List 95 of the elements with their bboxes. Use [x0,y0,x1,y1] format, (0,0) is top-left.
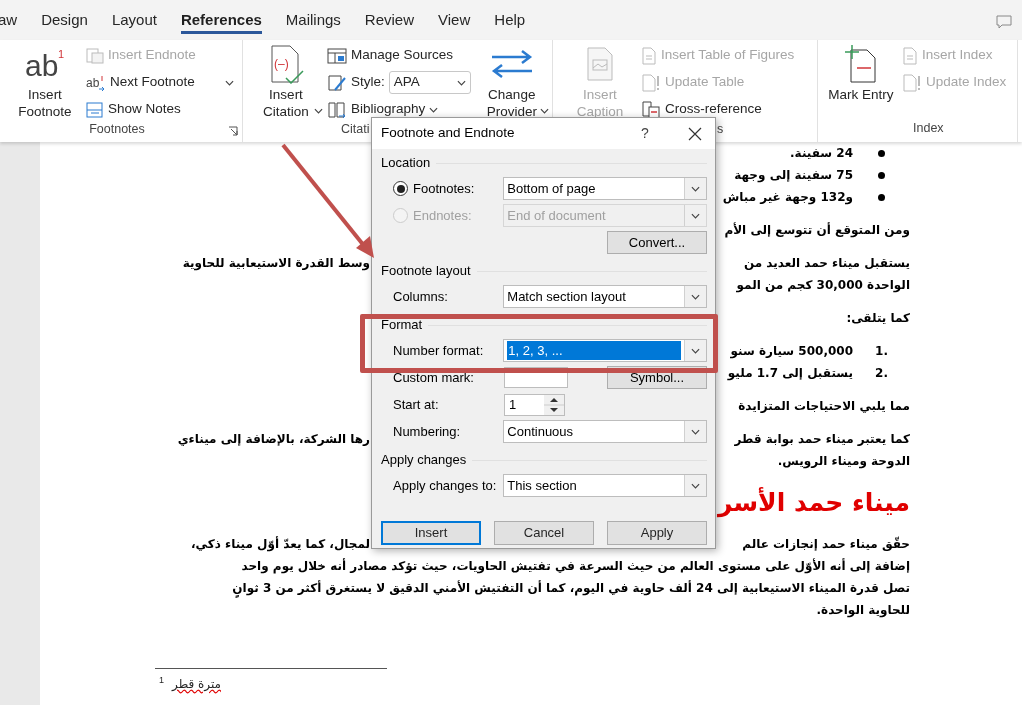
caption-icon [585,44,615,84]
chevron-icon [691,293,700,300]
dialog-button[interactable]: Insert [381,521,481,545]
dropdown[interactable]: Bottom of page [503,177,707,200]
dropdown[interactable]: This section [503,474,707,497]
update-icon [902,73,922,92]
heading: ميناء حمد الأسر [718,486,910,520]
text-line: الواحدة 30,000 كجم من المو [736,277,910,294]
chevron-icon [691,482,700,489]
field-label: Columns: [393,287,448,306]
group-label: Citati [341,122,370,136]
document-icon [641,46,657,65]
field-label: Number format: [393,341,484,360]
section-heading: Apply changes [381,451,467,470]
text-line: وسط القدرة الاستيعابية للحاوية [182,255,370,272]
field-label: Footnotes: [413,179,475,198]
ribbon-tab[interactable]: Help [494,10,526,34]
field-label: Apply changes to: [393,476,497,495]
launcher-icon[interactable] [228,126,238,136]
text-line: كما يعتبر ميناء حمد بوابة قطر [734,431,910,448]
notes-icon [86,101,104,118]
list-item-text: يستقبل إلى 1.7 مليو [727,365,853,382]
ribbon-tab[interactable]: View [438,10,471,34]
ribbon-button[interactable]: Bibliography [327,98,471,121]
field-label: Custom mark: [393,368,474,387]
dialog-button[interactable]: Cancel [494,521,594,545]
list-item-text: و132 وجهة غير مباش [722,189,853,206]
dialog-button[interactable]: Apply [607,521,707,545]
list-number: 1. [875,343,888,360]
chevron-icon [691,347,700,354]
caret-icon [224,79,234,86]
text-line: رها الشركة، بالإضافة إلى ميناءي [177,431,370,448]
style-icon [327,73,347,92]
caret-icon [539,108,549,114]
ribbon-tab[interactable]: Design [41,10,88,34]
ribbon-tab[interactable]: Mailings [285,10,341,34]
convert-button[interactable]: Convert... [607,231,707,254]
text-line: حقّق ميناء حمد إنجازات عالم [742,535,910,553]
dropdown[interactable]: Continuous [503,420,707,443]
endnote-icon [86,47,104,64]
style-dropdown[interactable]: APA [388,71,471,94]
text-line: إضافة إلى أنه الأوّل على مستوى العالم من حيث السرعة في تفتيش الحاويات، حيث تؤكد مصادر أنه خلال يوم واحد [241,557,910,575]
list-item-text: 500,000 سيارة سنو [730,343,853,360]
document-icon [902,46,918,65]
ribbon-tab[interactable]: Review [364,10,415,34]
text-line: الدوحة وميناء الرويس. [777,453,910,470]
close-icon [688,126,702,141]
list-item-text: 75 سفينة إلى وجهة [734,167,853,184]
footnote-text: مترة قطر [172,676,221,693]
dropdown[interactable]: Match section layout [503,285,707,308]
caret-icon [429,106,439,113]
ribbon-button[interactable]: Mark Entry [828,44,894,103]
update-icon [641,73,661,92]
section-heading: Location [381,154,431,173]
section-heading: Footnote layout [381,262,471,281]
sources-icon [327,47,347,64]
footnote-number: 1 [159,675,164,685]
spin-box[interactable]: 1 [504,393,565,416]
field-label: Start at: [393,395,439,414]
text-line: للحاوية الواحدة. [816,602,910,619]
text-line: يستقبل ميناء حمد العديد من [743,255,910,272]
caret-icon [456,79,466,86]
bibliography-icon [327,100,347,119]
ribbon-button[interactable]: ab Next Footnote [86,71,234,94]
group-label: Footnotes [89,122,145,136]
ribbon-button[interactable]: Manage Sources [327,44,471,67]
list-item-text: 24 سفينة. [790,145,853,162]
text-line: ومن المتوقع أن تتوسع إلى الأم [724,221,910,239]
field-label: Numbering: [393,422,461,441]
chevron-icon [691,185,700,192]
spinner-arrows-icon [544,394,564,415]
chevron-icon [691,428,700,435]
group-label: s [717,122,724,136]
help-button[interactable]: ? [635,123,655,144]
field-label: Endnotes: [413,206,472,225]
mark-entry-icon [843,44,879,84]
text-line: كما يتلقى: [846,310,910,327]
ribbon-button[interactable]: Show Notes [86,98,234,121]
dialog-title: Footnote and Endnote [381,124,516,143]
radio-button[interactable] [393,181,408,196]
text-line: لمجال، كما يعدّ أوّل ميناء ذكي، [191,535,370,553]
list-number: 2. [875,365,888,382]
section-heading: Format [381,316,423,335]
caret-icon [314,108,323,114]
text-line: تصل قدرة الميناء الاستيعابية إلى 24 ألف حاوية في اليوم، كما أن التفتيش الأمني الدقيق لا يستغرق أكثر من 3 ثوانٍ [232,579,910,597]
group-label: Index [913,121,944,136]
ribbon-button[interactable]: Cross-reference [641,98,795,121]
text-line: مما يلبي الاحتياجات المتزايدة [738,398,910,415]
ribbon-button[interactable]: (–) Insert Citation [253,44,319,114]
combo-label: Style: [351,73,385,92]
dropdown[interactable]: 1, 2, 3, ... [503,339,707,362]
ribbon-tab[interactable]: Layout [111,10,157,34]
ribbon-tab[interactable]: References [180,10,262,34]
chevron-icon [691,212,700,219]
ribbon-button[interactable]: Change Provider [478,44,545,114]
